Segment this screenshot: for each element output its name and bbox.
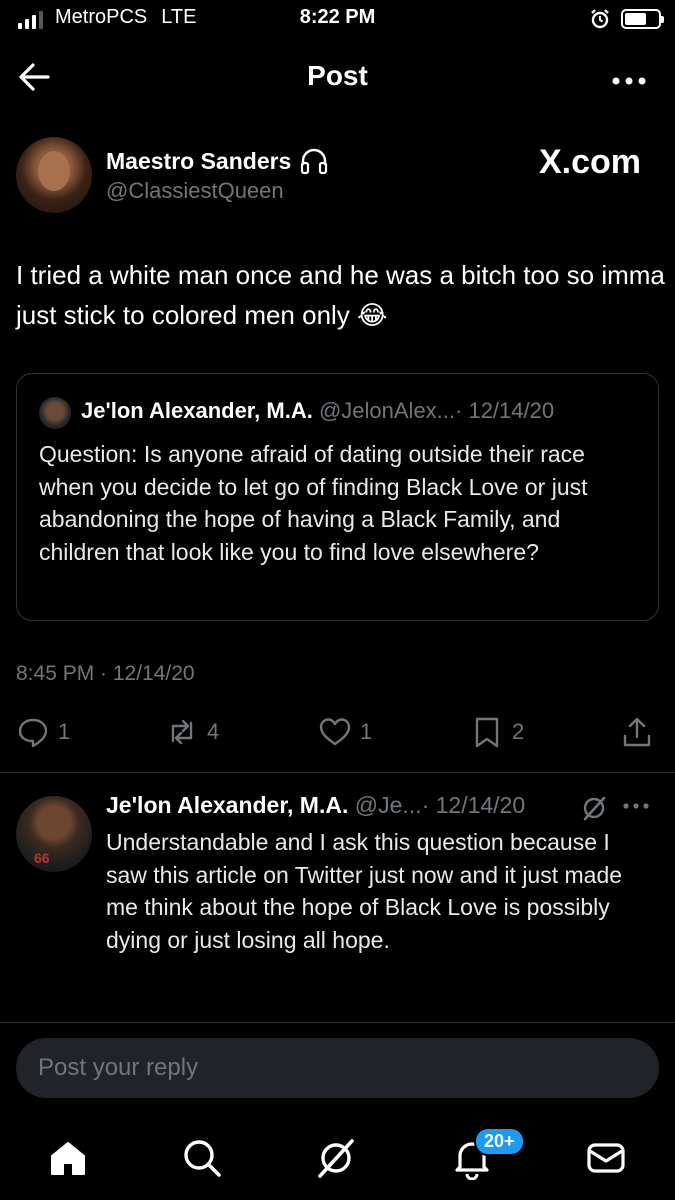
- repost-count: 4: [207, 719, 220, 744]
- alarm-icon: [591, 9, 609, 29]
- bookmark-icon: [475, 717, 499, 748]
- home-icon: [51, 1142, 85, 1175]
- reply-author-name[interactable]: Je'lon Alexander, M.A.: [106, 792, 348, 818]
- quoted-post[interactable]: Je'lon Alexander, M.A. @JelonAlex...· 12…: [16, 373, 659, 621]
- action-bar: 1 4 1 2: [0, 715, 675, 757]
- reply-composer[interactable]: [16, 1038, 659, 1098]
- author-handle[interactable]: @ClassiestQueen: [106, 178, 284, 204]
- reply-text: Understandable and I ask this question b…: [106, 829, 623, 953]
- heart-icon: [319, 718, 351, 746]
- notifications-badge: 20+: [474, 1127, 525, 1156]
- more-horizontal-icon: [612, 77, 646, 85]
- battery-fill: [625, 13, 647, 25]
- divider: [0, 772, 675, 773]
- nav-messages[interactable]: [584, 1136, 628, 1180]
- quote-author-handle: @JelonAlex...: [318, 398, 456, 423]
- bookmark-count: 2: [512, 719, 525, 744]
- author-name-text: Maestro Sanders: [106, 147, 292, 174]
- quote-text: Question: Is anyone afraid of dating out…: [39, 441, 588, 565]
- x-com-watermark: X.com: [538, 143, 641, 181]
- reply-icon: [18, 718, 48, 748]
- more-horizontal-icon: [623, 803, 649, 809]
- divider: [0, 1022, 675, 1023]
- share-button[interactable]: [620, 715, 654, 749]
- reply-date: · 12/14/20: [421, 792, 526, 818]
- battery-icon: [621, 9, 664, 29]
- reply-author-handle[interactable]: @Je...: [355, 792, 422, 818]
- author-name[interactable]: Maestro Sanders: [106, 147, 329, 175]
- search-icon: [184, 1140, 221, 1177]
- like-count: 1: [360, 719, 373, 744]
- reply-more-button[interactable]: [622, 790, 650, 816]
- repost-button[interactable]: 4: [165, 715, 219, 749]
- nav-grok[interactable]: [314, 1136, 358, 1180]
- nav-search[interactable]: [180, 1136, 224, 1180]
- bookmark-button[interactable]: 2: [470, 715, 524, 749]
- quote-avatar: [39, 397, 71, 429]
- grok-icon: [583, 796, 606, 821]
- messages-icon: [587, 1143, 625, 1173]
- reply-input[interactable]: [16, 1038, 659, 1098]
- repost-icon: [171, 719, 193, 745]
- reply-grok-button[interactable]: [580, 794, 608, 827]
- grok-icon: [318, 1139, 354, 1178]
- more-button[interactable]: [611, 60, 647, 94]
- nav-home[interactable]: [46, 1136, 90, 1180]
- like-button[interactable]: 1: [318, 715, 372, 749]
- post-text: I tried a white man once and he was a bi…: [16, 260, 665, 330]
- page-title: Post: [307, 60, 368, 91]
- top-header: Post: [0, 50, 675, 104]
- post-timestamp: 8:45 PM · 12/14/20: [16, 662, 195, 685]
- headphones-icon: [301, 148, 328, 175]
- reply-count: 1: [58, 719, 71, 744]
- reply-button[interactable]: 1: [16, 715, 70, 749]
- reply-author-avatar[interactable]: 66: [16, 796, 92, 872]
- status-bar: MetroPCS LTE 8:22 PM: [0, 0, 675, 40]
- quote-header: Je'lon Alexander, M.A. @JelonAlex...· 12…: [81, 398, 554, 424]
- author-avatar[interactable]: [16, 137, 92, 213]
- bottom-nav: [0, 1120, 675, 1200]
- status-time: 8:22 PM: [299, 6, 376, 28]
- share-icon: [623, 717, 651, 747]
- quote-author-name: Je'lon Alexander, M.A.: [81, 398, 313, 423]
- avatar-jersey-number: 66: [34, 850, 50, 866]
- quote-date: · 12/14/20: [455, 398, 555, 423]
- status-right: [589, 8, 664, 30]
